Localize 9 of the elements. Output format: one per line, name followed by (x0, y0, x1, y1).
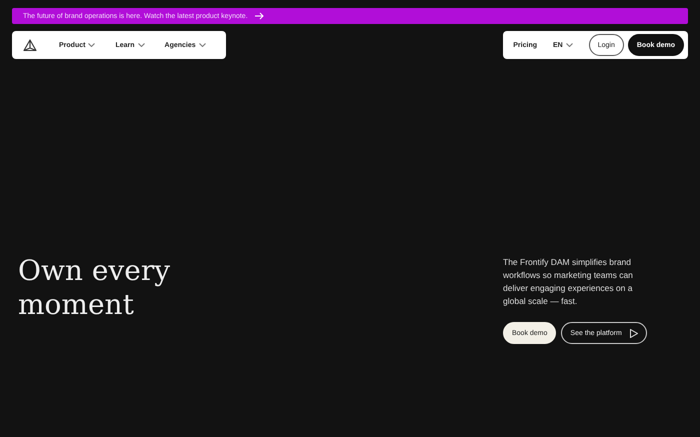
chevron-down-icon (88, 43, 96, 47)
chevron-down-icon (138, 43, 145, 47)
chevron-down-icon (566, 43, 573, 47)
hero-description: The Frontify DAM simplifies brand workflows so marketing teams can deliver engaging experiences on a global scale — fast. (503, 256, 634, 308)
chevron-down-icon (198, 43, 206, 47)
hero-heading: Own every moment (18, 254, 172, 323)
arrow-right-icon (254, 12, 264, 20)
play-icon (630, 328, 638, 338)
logo-icon[interactable] (23, 38, 37, 52)
